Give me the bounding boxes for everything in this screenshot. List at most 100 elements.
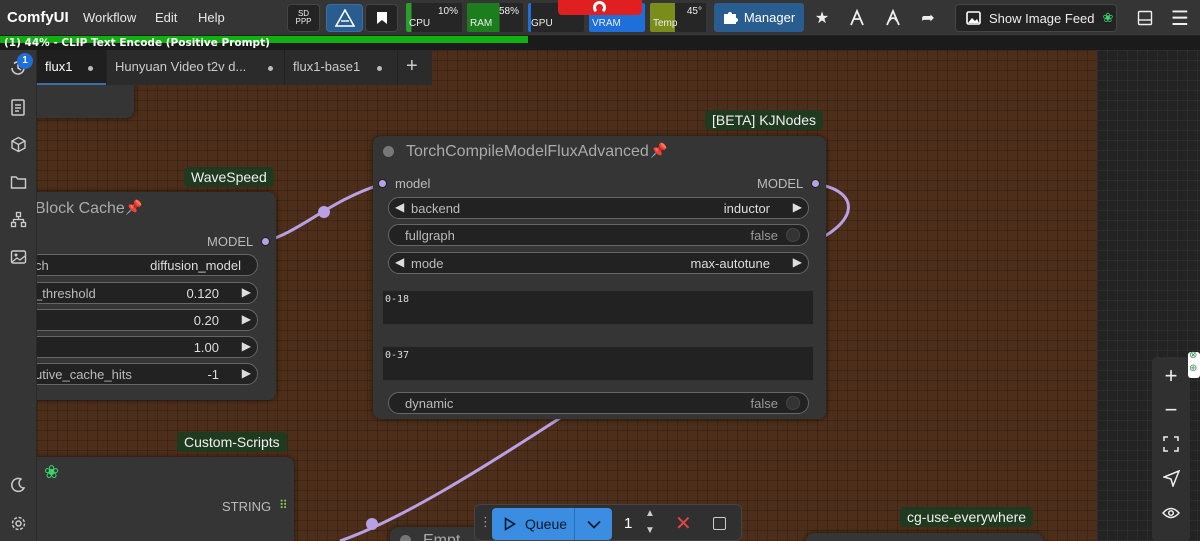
zoom-out-button[interactable]: − xyxy=(1161,397,1181,422)
node-custom-scripts[interactable]: ❀ STRING ⠿ xyxy=(20,457,294,541)
close-x-icon[interactable]: ⊗ xyxy=(1189,350,1197,361)
increment-arrow-icon[interactable]: ▶ xyxy=(242,339,251,353)
increment-arrow-icon[interactable]: ▶ xyxy=(242,366,251,380)
play-icon xyxy=(504,517,516,531)
mode-combo[interactable]: ◀ mode max-autotune ▶ xyxy=(388,252,809,274)
menu-help[interactable]: Help xyxy=(198,0,225,36)
block-cache-widget-4[interactable]: utive_cache_hits -1 ▶ xyxy=(20,363,258,385)
toggle-knob-icon[interactable] xyxy=(786,228,800,242)
double-blocks-textarea[interactable]: 0-18 xyxy=(382,290,814,325)
queue-button[interactable]: Queue xyxy=(492,508,612,540)
block-cache-output-slot[interactable] xyxy=(261,237,270,246)
grid-slot-icon[interactable]: ⠿ xyxy=(279,498,288,512)
theme-toggle-button[interactable] xyxy=(8,475,28,495)
tab-label: Hunyuan Video t2v d... xyxy=(115,59,247,74)
single-blocks-textarea[interactable]: 0-37 xyxy=(382,346,814,381)
batch-count-input[interactable]: 1 xyxy=(624,515,632,532)
stop-square-icon[interactable] xyxy=(713,517,726,530)
node-collapse-dot[interactable] xyxy=(400,535,411,541)
workflows-button[interactable] xyxy=(8,172,28,192)
green-link-icon: ❀ xyxy=(44,462,60,482)
cpu-value: 10% xyxy=(437,6,458,17)
zoom-in-button[interactable]: + xyxy=(1161,363,1181,388)
widget-value: 0.120 xyxy=(186,286,219,301)
unsaved-dot-icon[interactable] xyxy=(377,66,382,71)
menu-workflow[interactable]: Workflow xyxy=(83,0,136,36)
hamburger-menu-button[interactable]: ☰ xyxy=(1166,4,1194,32)
node-block-cache[interactable]: Block Cache 📌 MODEL ch diffusion_model _… xyxy=(20,192,276,400)
block-cache-widget-0[interactable]: ch diffusion_model xyxy=(20,254,258,276)
fit-view-icon xyxy=(1163,436,1179,452)
next-arrow-icon[interactable]: ▶ xyxy=(793,255,802,269)
add-tab-button[interactable]: + xyxy=(397,50,432,85)
torch-output-label: MODEL xyxy=(757,176,804,191)
tab-flux1[interactable]: flux1 xyxy=(37,50,106,85)
dynamic-value: false xyxy=(750,396,778,411)
widget-label: utive_cache_hits xyxy=(35,367,132,382)
plus-icon: + xyxy=(406,55,418,77)
decrement-chevron-down-icon[interactable]: ▼ xyxy=(645,525,655,536)
pin-icon: 📌 xyxy=(125,199,143,215)
queue-document-button[interactable] xyxy=(8,97,28,117)
left-sidebar xyxy=(0,50,37,541)
settings-button[interactable] xyxy=(8,513,28,533)
widget-value: -1 xyxy=(207,367,219,382)
manager-button[interactable]: Manager xyxy=(714,3,804,32)
increment-chevron-up-icon[interactable]: ▲ xyxy=(645,508,655,519)
prev-arrow-icon[interactable]: ◀ xyxy=(395,255,404,269)
dynamic-toggle[interactable]: dynamic false xyxy=(388,392,809,414)
anchor-a-button[interactable] xyxy=(843,4,871,32)
menu-edit[interactable]: Edit xyxy=(155,0,177,36)
backend-combo[interactable]: ◀ backend inductor ▶ xyxy=(388,197,809,219)
workflow-logo-button[interactable] xyxy=(326,4,363,32)
torch-output-slot[interactable] xyxy=(811,179,820,188)
node-library-button[interactable] xyxy=(8,209,28,229)
bookmark-button[interactable] xyxy=(365,4,398,32)
select-mode-button[interactable] xyxy=(1161,468,1181,488)
panel-toggle-button[interactable] xyxy=(1131,4,1159,32)
share-button[interactable]: ➦ xyxy=(914,4,942,32)
image-icon xyxy=(966,11,981,25)
increment-arrow-icon[interactable]: ▶ xyxy=(242,312,251,326)
tab-label: flux1 xyxy=(45,59,73,74)
node-torch-compile[interactable]: TorchCompileModelFluxAdvanced 📌 model MO… xyxy=(373,136,826,419)
progress-text: (1) 44% - CLIP Text Encode (Positive Pro… xyxy=(4,37,270,49)
block-cache-widget-2[interactable]: 0.20 ▶ xyxy=(20,309,258,331)
next-arrow-icon[interactable]: ▶ xyxy=(793,200,802,214)
increment-arrow-icon[interactable]: ▶ xyxy=(242,285,251,299)
navigation-arrow-icon xyxy=(1162,469,1180,487)
fit-view-button[interactable] xyxy=(1161,434,1181,454)
node-cg-partial[interactable] xyxy=(806,533,1043,541)
block-cache-widget-3[interactable]: 1.00 ▶ xyxy=(20,336,258,358)
sd-ppp-button[interactable]: SD PPP xyxy=(287,4,320,32)
notification-red-tab[interactable] xyxy=(558,0,642,15)
toggle-knob-icon[interactable] xyxy=(786,396,800,410)
torch-input-slot[interactable] xyxy=(378,179,387,188)
drag-handle-icon[interactable]: ⋮ xyxy=(479,514,492,530)
group-label-wavespeed: WaveSpeed xyxy=(184,167,274,187)
widget-value: diffusion_model xyxy=(150,258,241,273)
temp-value: 45° xyxy=(686,6,702,17)
widget-value: 1.00 xyxy=(193,340,219,355)
image-gallery-button[interactable] xyxy=(8,247,28,267)
queue-mode-dropdown[interactable] xyxy=(574,508,612,540)
prev-arrow-icon[interactable]: ◀ xyxy=(395,200,404,214)
anchor-b-button[interactable] xyxy=(879,4,907,32)
chevron-down-icon xyxy=(586,520,601,529)
cancel-x-icon[interactable]: ✕ xyxy=(675,511,692,536)
node-collapse-dot[interactable] xyxy=(383,146,394,157)
unsaved-dot-icon[interactable] xyxy=(88,66,93,71)
unsaved-dot-icon[interactable] xyxy=(268,66,273,71)
model-library-button[interactable] xyxy=(8,134,28,154)
top-bar: ComfyUI Workflow Edit Help SD PPP 10% CP… xyxy=(0,0,1200,36)
show-image-feed-button[interactable]: Show Image Feed ❀ xyxy=(955,4,1117,32)
star-button[interactable]: ★ xyxy=(808,4,836,32)
fullgraph-toggle[interactable]: fullgraph false xyxy=(388,224,809,246)
tab-flux1-base1[interactable]: flux1-base1 xyxy=(284,50,395,85)
block-cache-widget-1[interactable]: _threshold 0.120 ▶ xyxy=(20,282,258,304)
extension-widget[interactable]: ⊗ ⊕ xyxy=(1188,350,1200,378)
toggle-links-button[interactable] xyxy=(1161,503,1181,523)
tab-hunyuan[interactable]: Hunyuan Video t2v d... xyxy=(106,50,284,85)
pin-icon: 📌 xyxy=(650,142,668,158)
link-icon[interactable]: ⊕ xyxy=(1189,363,1197,374)
